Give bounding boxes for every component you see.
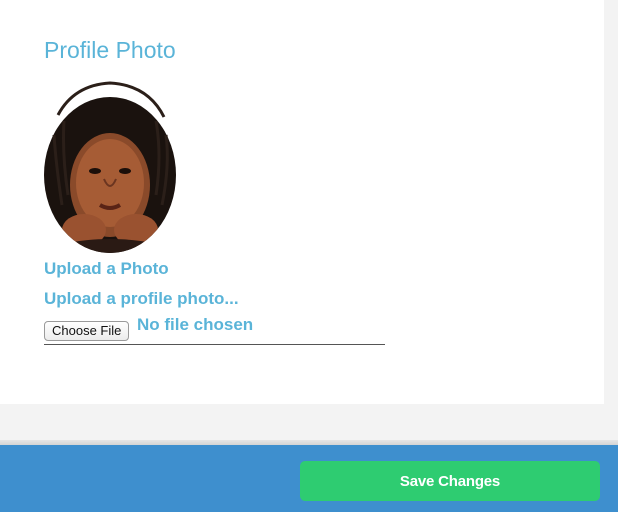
- profile-card: Profile Photo Upload a Photo Upload a pr…: [0, 0, 604, 404]
- save-changes-button[interactable]: Save Changes: [300, 461, 600, 501]
- upload-photo-title: Upload a Photo: [44, 259, 169, 278]
- upload-photo-subtitle: Upload a profile photo...: [44, 289, 239, 308]
- profile-photo: [44, 81, 176, 253]
- footer-bar: Save Changes: [0, 445, 618, 512]
- file-input: Choose File No file chosen: [44, 314, 385, 345]
- choose-file-button[interactable]: Choose File: [44, 321, 130, 341]
- file-status-text: No file chosen: [137, 315, 254, 334]
- profile-photo-title: Profile Photo: [44, 37, 176, 63]
